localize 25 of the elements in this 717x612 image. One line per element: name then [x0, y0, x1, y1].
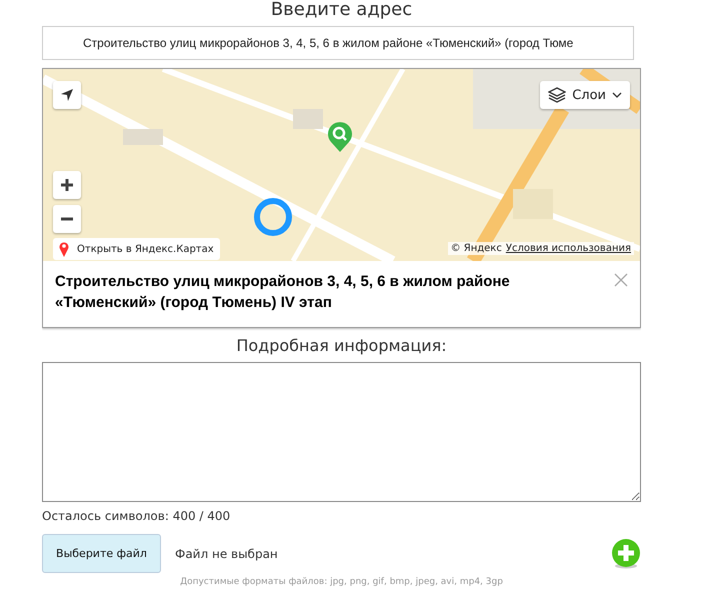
- address-field[interactable]: Строительство улиц микрорайонов 3, 4, 5, 6 в жилом районе «Тюменский» (город Тюме: [42, 26, 634, 60]
- location-pin-icon: [59, 241, 69, 257]
- details-label: Подробная информация:: [235, 336, 448, 356]
- copyright-text: © Яндекс: [450, 243, 502, 254]
- arrow-icon: [60, 88, 74, 102]
- terms-link[interactable]: Условия использования: [506, 243, 631, 254]
- locate-button[interactable]: [53, 81, 81, 109]
- add-icon[interactable]: [611, 538, 641, 569]
- layers-button[interactable]: Слои: [540, 81, 630, 109]
- address-heading: Введите адрес: [270, 0, 414, 20]
- choose-file-button[interactable]: Выберите файл: [42, 534, 161, 573]
- map-pin-icon[interactable]: [327, 121, 353, 153]
- open-in-maps-link[interactable]: Открыть в Яндекс.Картах: [53, 238, 220, 260]
- minus-icon: [61, 217, 73, 221]
- character-counter: Осталось символов: 400 / 400: [42, 508, 232, 524]
- layers-icon: [548, 87, 566, 103]
- plus-icon: [61, 179, 73, 191]
- cluster-ring-icon[interactable]: [253, 197, 293, 237]
- balloon-title: Строительство улиц микрорайонов 3, 4, 5, 6 в жилом районе «Тюменский» (город Тюмень) IV этап: [55, 272, 511, 313]
- zoom-out-button[interactable]: [53, 205, 81, 233]
- file-status: Файл не выбран: [175, 546, 279, 560]
- zoom-in-button[interactable]: [53, 171, 81, 199]
- caret-icon: [612, 92, 622, 98]
- formats-note: Допустимые форматы файлов: jpg, png, gif, bmp, jpeg, avi, mp4, 3gp: [179, 577, 504, 587]
- close-icon[interactable]: [614, 273, 628, 287]
